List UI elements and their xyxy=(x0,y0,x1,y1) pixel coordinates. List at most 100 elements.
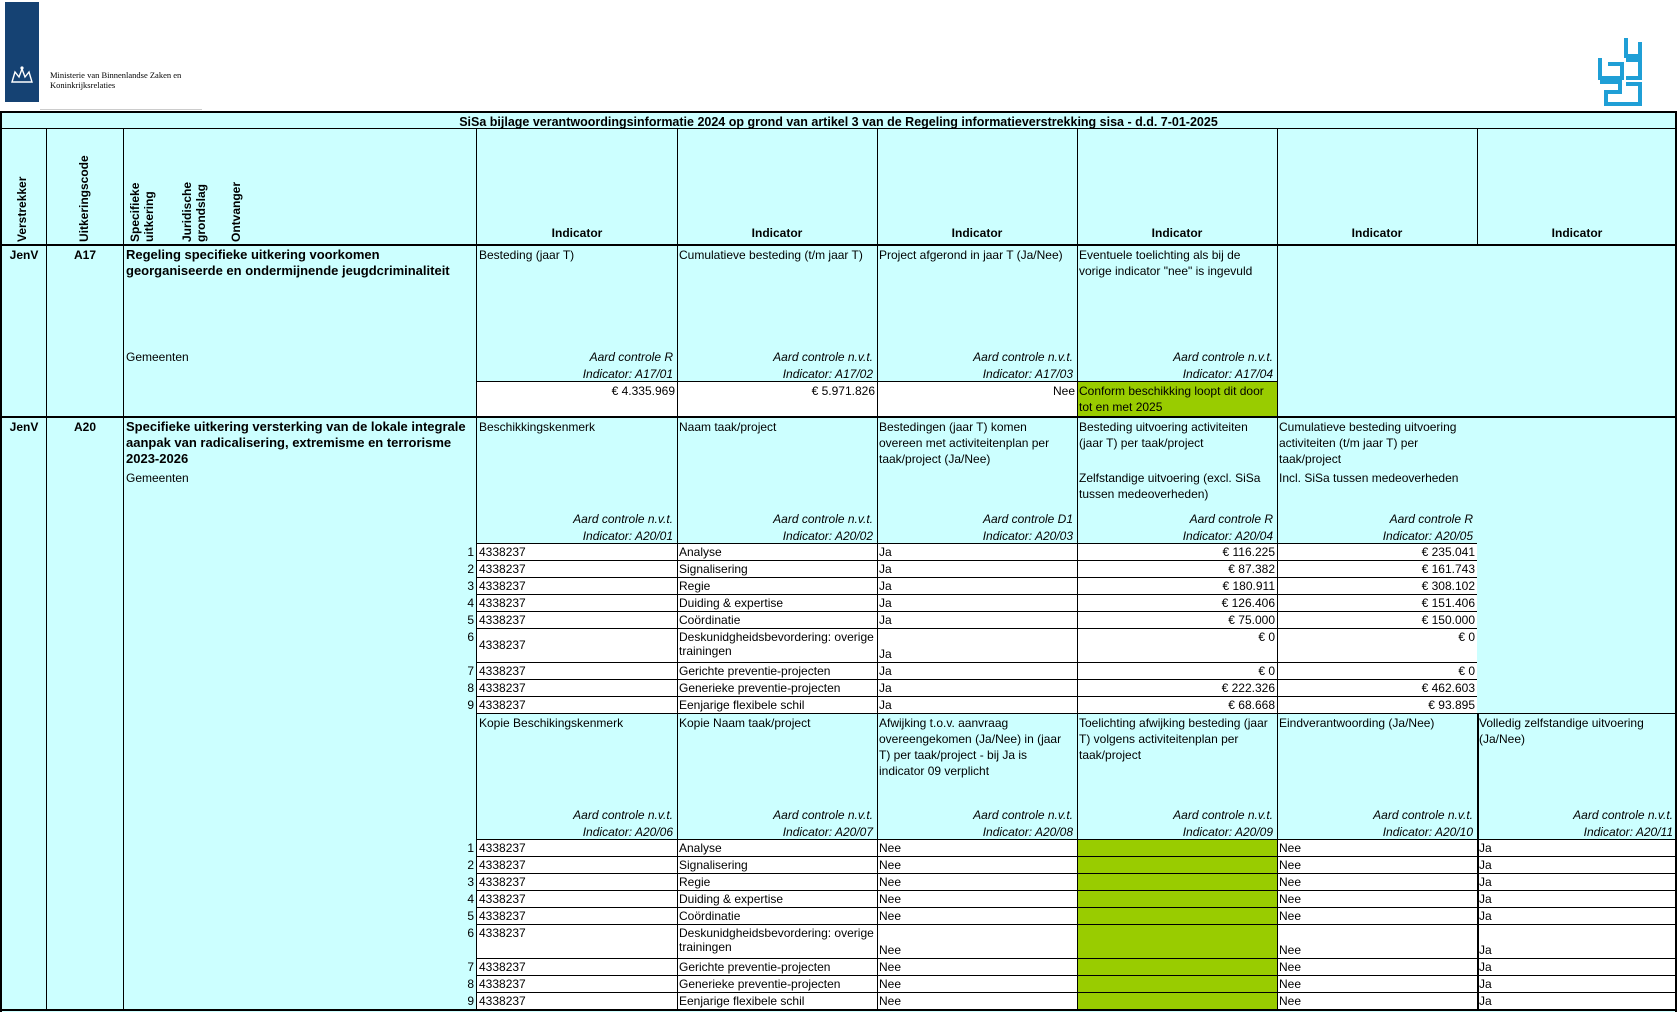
afwijking-cell[interactable]: Nee xyxy=(877,942,1077,959)
zelfstandig-cell[interactable]: Ja xyxy=(1477,942,1675,959)
afwijking-cell[interactable]: Nee xyxy=(877,908,1077,925)
taak-project-cell[interactable]: Analyse xyxy=(677,544,877,561)
besteding-cell[interactable]: € 126.406 xyxy=(1077,595,1277,612)
ja-nee-cell[interactable]: Ja xyxy=(877,595,1077,612)
besteding-cell[interactable]: € 87.382 xyxy=(1077,561,1277,578)
afwijking-cell[interactable]: Nee xyxy=(877,959,1077,976)
zelfstandig-cell[interactable]: Ja xyxy=(1477,959,1675,976)
a17-col-line-4 xyxy=(1277,244,1278,416)
afwijking-cell[interactable]: Nee xyxy=(877,993,1077,1010)
cumulatief-cell[interactable]: € 462.603 xyxy=(1277,680,1477,697)
eindverantwoording-cell[interactable]: Nee xyxy=(1277,891,1477,908)
zelfstandig-cell[interactable]: Ja xyxy=(1477,874,1675,891)
ja-nee-cell[interactable]: Ja xyxy=(877,663,1077,680)
kopie-taak-cell[interactable]: Gerichte preventie-projecten xyxy=(677,959,877,976)
a17-ind4-aard: Aard controle n.v.t. xyxy=(1173,350,1273,364)
a20-ind09-fill[interactable] xyxy=(1077,840,1277,1010)
besteding-cell[interactable]: € 0 xyxy=(1077,629,1277,646)
a17-value-2[interactable]: € 5.971.826 xyxy=(677,382,877,416)
besteding-cell[interactable]: € 0 xyxy=(1077,663,1277,680)
eindverantwoording-cell[interactable]: Nee xyxy=(1277,942,1477,959)
cumulatief-cell[interactable]: € 161.743 xyxy=(1277,561,1477,578)
beschikkingskenmerk-cell[interactable]: 4338237 xyxy=(477,561,677,578)
beschikkingskenmerk-cell[interactable]: 4338237 xyxy=(477,578,677,595)
taak-project-cell[interactable]: Eenjarige flexibele schil xyxy=(677,697,877,714)
eindverantwoording-cell[interactable]: Nee xyxy=(1277,976,1477,993)
kopie-kenmerk-cell[interactable]: 4338237 xyxy=(477,874,677,891)
kopie-kenmerk-cell[interactable]: 4338237 xyxy=(477,857,677,874)
a20-ind07-label: Kopie Naam taak/project xyxy=(679,716,811,730)
kopie-taak-cell[interactable]: Coördinatie xyxy=(677,908,877,925)
besteding-cell[interactable]: € 180.911 xyxy=(1077,578,1277,595)
afwijking-cell[interactable]: Nee xyxy=(877,976,1077,993)
taak-project-cell[interactable]: Coördinatie xyxy=(677,612,877,629)
beschikkingskenmerk-cell[interactable]: 4338237 xyxy=(477,663,677,680)
zelfstandig-cell[interactable]: Ja xyxy=(1477,993,1675,1010)
beschikkingskenmerk-cell[interactable]: 4338237 xyxy=(477,637,677,654)
beschikkingskenmerk-cell[interactable]: 4338237 xyxy=(477,595,677,612)
cumulatief-cell[interactable]: € 0 xyxy=(1277,629,1477,646)
afwijking-cell[interactable]: Nee xyxy=(877,857,1077,874)
cumulatief-cell[interactable]: € 235.041 xyxy=(1277,544,1477,561)
taak-project-cell[interactable]: Regie xyxy=(677,578,877,595)
kopie-taak-cell[interactable]: Generieke preventie-projecten xyxy=(677,976,877,993)
taak-project-cell[interactable]: Signalisering xyxy=(677,561,877,578)
kopie-taak-cell[interactable]: Analyse xyxy=(677,840,877,857)
kopie-taak-cell[interactable]: Regie xyxy=(677,874,877,891)
kopie-kenmerk-cell[interactable]: 4338237 xyxy=(477,959,677,976)
cumulatief-cell[interactable]: € 93.895 xyxy=(1277,697,1477,714)
afwijking-cell[interactable]: Nee xyxy=(877,874,1077,891)
col-line-code xyxy=(123,129,124,1010)
beschikkingskenmerk-cell[interactable]: 4338237 xyxy=(477,680,677,697)
a17-value-4[interactable]: Conform beschikking loopt dit door tot e… xyxy=(1077,382,1277,416)
zelfstandig-cell[interactable]: Ja xyxy=(1477,857,1675,874)
ja-nee-cell[interactable]: Ja xyxy=(877,680,1077,697)
besteding-cell[interactable]: € 68.668 xyxy=(1077,697,1277,714)
cumulatief-cell[interactable]: € 308.102 xyxy=(1277,578,1477,595)
a17-value-3[interactable]: Nee xyxy=(877,382,1077,416)
a17-col-line-1 xyxy=(677,244,678,416)
a17-value-1[interactable]: € 4.335.969 xyxy=(477,382,677,416)
ja-nee-cell[interactable]: Ja xyxy=(877,646,1077,663)
ja-nee-cell[interactable]: Ja xyxy=(877,578,1077,595)
eindverantwoording-cell[interactable]: Nee xyxy=(1277,908,1477,925)
taak-project-cell[interactable]: Generieke preventie-projecten xyxy=(677,680,877,697)
ja-nee-cell[interactable]: Ja xyxy=(877,612,1077,629)
afwijking-cell[interactable]: Nee xyxy=(877,840,1077,857)
zelfstandig-cell[interactable]: Ja xyxy=(1477,891,1675,908)
taak-project-cell[interactable]: Gerichte preventie-projecten xyxy=(677,663,877,680)
zelfstandig-cell[interactable]: Ja xyxy=(1477,976,1675,993)
afwijking-cell[interactable]: Nee xyxy=(877,891,1077,908)
zelfstandig-cell[interactable]: Ja xyxy=(1477,908,1675,925)
taak-project-cell[interactable]: Duiding & expertise xyxy=(677,595,877,612)
eindverantwoording-cell[interactable]: Nee xyxy=(1277,857,1477,874)
kopie-kenmerk-cell[interactable]: 4338237 xyxy=(477,976,677,993)
kopie-kenmerk-cell[interactable]: 4338237 xyxy=(477,840,677,857)
beschikkingskenmerk-cell[interactable]: 4338237 xyxy=(477,612,677,629)
kopie-taak-cell[interactable]: Duiding & expertise xyxy=(677,891,877,908)
ja-nee-cell[interactable]: Ja xyxy=(877,544,1077,561)
ja-nee-cell[interactable]: Ja xyxy=(877,561,1077,578)
kopie-kenmerk-cell[interactable]: 4338237 xyxy=(477,891,677,908)
kopie-kenmerk-cell[interactable]: 4338237 xyxy=(477,908,677,925)
eindverantwoording-cell[interactable]: Nee xyxy=(1277,959,1477,976)
cumulatief-cell[interactable]: € 0 xyxy=(1277,663,1477,680)
besteding-cell[interactable]: € 222.326 xyxy=(1077,680,1277,697)
kopie-taak-cell[interactable]: Eenjarige flexibele schil xyxy=(677,993,877,1010)
kopie-taak-cell[interactable]: Signalisering xyxy=(677,857,877,874)
kopie-kenmerk-cell[interactable]: 4338237 xyxy=(477,993,677,1010)
kopie-kenmerk-cell[interactable]: 4338237 xyxy=(477,925,677,942)
zelfstandig-cell[interactable]: Ja xyxy=(1477,840,1675,857)
eindverantwoording-cell[interactable]: Nee xyxy=(1277,874,1477,891)
besteding-cell[interactable]: € 75.000 xyxy=(1077,612,1277,629)
eindverantwoording-cell[interactable]: Nee xyxy=(1277,993,1477,1010)
beschikkingskenmerk-cell[interactable]: 4338237 xyxy=(477,544,677,561)
taak-project-cell[interactable]: Deskunidgheidsbevordering: overige train… xyxy=(677,629,877,663)
cumulatief-cell[interactable]: € 151.406 xyxy=(1277,595,1477,612)
besteding-cell[interactable]: € 116.225 xyxy=(1077,544,1277,561)
beschikkingskenmerk-cell[interactable]: 4338237 xyxy=(477,697,677,714)
kopie-taak-cell[interactable]: Deskunidgheidsbevordering: overige train… xyxy=(677,925,877,959)
ja-nee-cell[interactable]: Ja xyxy=(877,697,1077,714)
eindverantwoording-cell[interactable]: Nee xyxy=(1277,840,1477,857)
cumulatief-cell[interactable]: € 150.000 xyxy=(1277,612,1477,629)
